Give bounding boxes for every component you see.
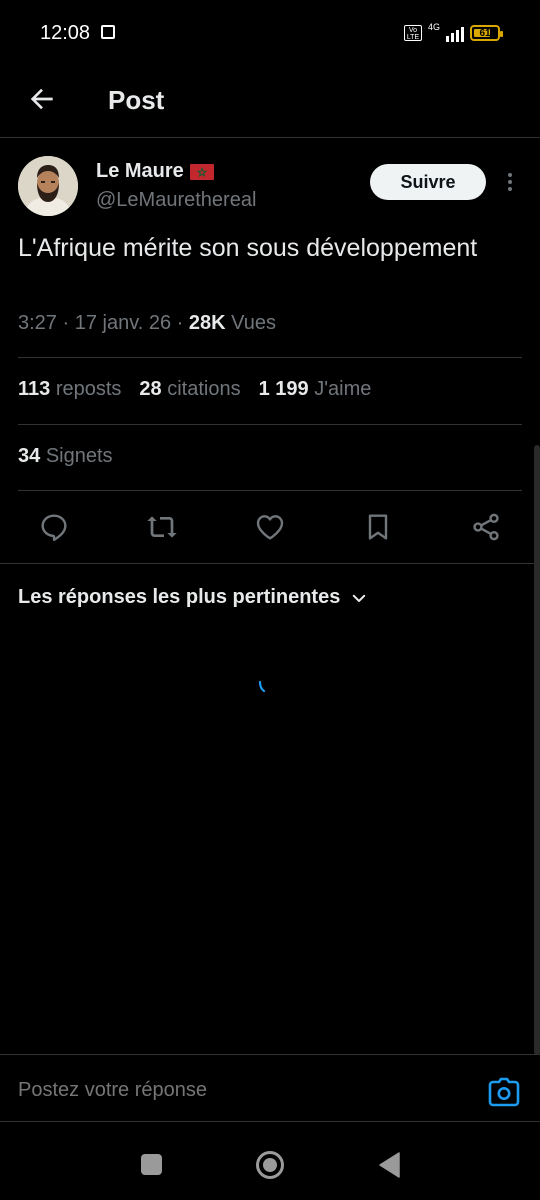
battery-level: 61 (479, 27, 491, 39)
repost-icon[interactable] (146, 511, 178, 543)
recent-apps-button[interactable] (141, 1154, 162, 1175)
battery-icon: 61 (470, 25, 503, 41)
divider (0, 563, 540, 564)
author-handle[interactable]: @LeMaurethereal (96, 189, 256, 212)
system-back-button[interactable] (378, 1152, 400, 1178)
back-arrow-icon[interactable] (26, 83, 58, 115)
avatar[interactable] (18, 156, 78, 216)
likes-label: J'aime (314, 378, 372, 400)
header: Post (0, 68, 540, 138)
page-title: Post (108, 85, 165, 115)
engagement-stats: 113 reposts 28 citations 1 199 J'aime (18, 378, 371, 401)
more-options-icon[interactable] (500, 170, 520, 194)
divider (18, 424, 522, 425)
status-time: 12:08 (40, 22, 91, 44)
reply-input[interactable] (18, 1079, 458, 1102)
divider (18, 490, 522, 491)
likes-count: 1 199 (258, 378, 309, 400)
quotes-label: citations (167, 378, 241, 400)
likes-stat[interactable]: 1 199 J'aime (259, 378, 372, 401)
quotes-stat[interactable]: 28 citations (139, 378, 240, 401)
action-bar (18, 505, 522, 549)
post-date: 17 janv. 26 (74, 312, 172, 334)
network-type: 4G (427, 22, 440, 32)
bookmark-icon[interactable] (362, 511, 394, 543)
bookmarks-count: 34 (18, 445, 41, 467)
post-time: 3:27 (18, 312, 57, 334)
divider (18, 357, 522, 358)
reply-composer (0, 1054, 540, 1122)
loading-spinner-icon (258, 680, 266, 693)
volte-icon: Vo LTE (403, 25, 422, 41)
post-text: L'Afrique mérite son sous développement (18, 234, 478, 262)
bookmarks-stat[interactable]: 34 Signets (18, 445, 113, 468)
morocco-flag-icon (189, 163, 214, 180)
replies-sort-dropdown[interactable]: Les réponses les plus pertinentes (18, 586, 368, 609)
system-nav-bar (0, 1122, 540, 1200)
reposts-label: reposts (55, 378, 122, 400)
reposts-stat[interactable]: 113 reposts (18, 378, 121, 401)
post-meta: 3:27 · 17 janv. 26 · 28K Vues (18, 312, 276, 334)
screenshot-indicator-icon (101, 25, 115, 39)
signal-icon (446, 24, 464, 42)
like-icon[interactable] (254, 511, 286, 543)
reply-icon[interactable] (38, 511, 70, 543)
views-count[interactable]: 28K (189, 312, 226, 334)
home-button[interactable] (255, 1150, 285, 1180)
author-name[interactable]: Le Maure (96, 160, 184, 183)
status-bar: 12:08 Vo LTE 4G 61 (0, 0, 540, 68)
reposts-count: 113 (18, 378, 51, 400)
status-icons: Vo LTE 4G 61 (403, 22, 503, 44)
avatar-image (18, 156, 78, 216)
replies-sort-label: Les réponses les plus pertinentes (18, 586, 341, 608)
views-label: Vues (231, 312, 276, 334)
author-name-row[interactable]: Le Maure (96, 160, 214, 183)
bookmarks-label: Signets (45, 445, 113, 467)
chevron-down-icon (353, 594, 366, 602)
quotes-count: 28 (139, 378, 162, 400)
scrollbar[interactable] (534, 445, 540, 1055)
share-icon[interactable] (470, 511, 502, 543)
camera-icon[interactable] (488, 1077, 520, 1107)
follow-button[interactable]: Suivre (370, 164, 486, 200)
